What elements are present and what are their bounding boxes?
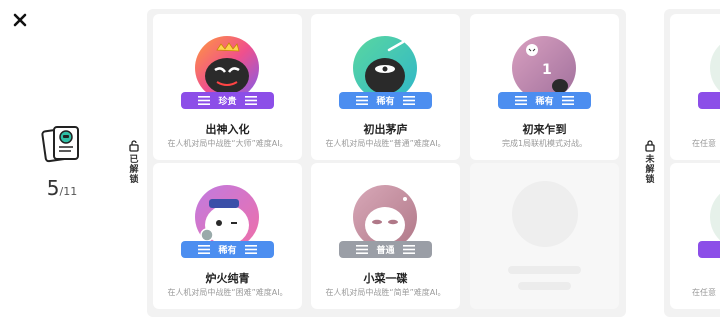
rarity-badge: 普通 bbox=[339, 241, 432, 258]
rarity-badge: 稀有 bbox=[498, 92, 591, 109]
achievement-avatar-icon: 1 bbox=[512, 36, 576, 100]
rarity-bars-icon bbox=[198, 96, 211, 105]
rarity-badge bbox=[698, 241, 720, 258]
rarity-label: 稀有 bbox=[535, 97, 554, 107]
cards-collection-icon bbox=[41, 126, 79, 163]
rarity-bars-icon bbox=[515, 96, 528, 105]
unlock-count: 5/11 bbox=[34, 176, 90, 200]
close-icon bbox=[13, 13, 27, 27]
achievement-title: 初出茅庐 bbox=[363, 123, 408, 136]
placeholder-line bbox=[508, 266, 581, 274]
achievement-avatar-icon bbox=[353, 185, 417, 249]
achievement-card[interactable]: 稀有 炉火纯青 在人机对局中战胜“困难”难度AI。 bbox=[153, 163, 302, 309]
achievement-title: 初来乍到 bbox=[522, 123, 567, 136]
achievement-avatar-icon bbox=[195, 36, 259, 100]
achievement-title: 炉火纯青 bbox=[205, 272, 250, 285]
rarity-bars-icon bbox=[244, 245, 257, 254]
rarity-badge: 稀有 bbox=[181, 241, 274, 258]
rarity-label: 稀有 bbox=[376, 97, 395, 107]
unlocked-count: 5 bbox=[46, 176, 60, 200]
rarity-label: 珍贵 bbox=[218, 97, 237, 107]
total-count: /11 bbox=[59, 185, 78, 198]
unlocked-label-text: 已解锁 bbox=[129, 155, 139, 185]
locked-achievement-card[interactable]: 在任意 bbox=[670, 14, 720, 160]
rarity-bars-icon bbox=[198, 245, 211, 254]
rarity-bars-icon bbox=[356, 96, 369, 105]
locked-section-label: 未解锁 bbox=[643, 140, 657, 185]
achievement-description: 在任意 bbox=[692, 288, 716, 297]
locked-avatar bbox=[710, 36, 720, 100]
close-button[interactable] bbox=[12, 12, 28, 28]
achievement-title: 出神入化 bbox=[205, 123, 250, 136]
rarity-label: 普通 bbox=[376, 246, 395, 256]
achievement-description: 在人机对局中战胜“大师”难度AI。 bbox=[167, 139, 288, 148]
rarity-bars-icon bbox=[402, 245, 415, 254]
placeholder-line bbox=[518, 282, 571, 290]
placeholder-avatar bbox=[512, 181, 578, 247]
achievement-card[interactable]: 1 稀有 初来乍到 完成1局联机模式对战。 bbox=[470, 14, 619, 160]
rarity-badge bbox=[698, 92, 720, 109]
collection-summary: 5/11 bbox=[34, 122, 90, 200]
rarity-bars-icon bbox=[561, 96, 574, 105]
locked-label-text: 未解锁 bbox=[645, 155, 655, 185]
placeholder-card bbox=[470, 163, 619, 309]
achievement-description: 完成1局联机模式对战。 bbox=[501, 139, 588, 148]
rarity-badge: 稀有 bbox=[339, 92, 432, 109]
achievement-description: 在人机对局中战胜“简单”难度AI。 bbox=[325, 288, 446, 297]
rarity-bars-icon bbox=[402, 96, 415, 105]
locked-avatar bbox=[710, 185, 720, 249]
achievement-description: 在任意 bbox=[692, 139, 716, 148]
achievement-description: 在人机对局中战胜“困难”难度AI。 bbox=[167, 288, 288, 297]
locked-achievement-card[interactable]: 在任意 bbox=[670, 163, 720, 309]
rarity-bars-icon bbox=[356, 245, 369, 254]
achievement-avatar-icon bbox=[195, 185, 259, 249]
achievement-card[interactable]: 普通 小菜一碟 在人机对局中战胜“简单”难度AI。 bbox=[311, 163, 460, 309]
achievement-card[interactable]: 稀有 初出茅庐 在人机对局中战胜“普通”难度AI。 bbox=[311, 14, 460, 160]
achievement-title: 小菜一碟 bbox=[363, 272, 408, 285]
rarity-badge: 珍贵 bbox=[181, 92, 274, 109]
unlock-icon bbox=[129, 140, 139, 152]
unlocked-section-label: 已解锁 bbox=[127, 140, 141, 185]
achievement-card[interactable]: 珍贵 出神入化 在人机对局中战胜“大师”难度AI。 bbox=[153, 14, 302, 160]
achievement-description: 在人机对局中战胜“普通”难度AI。 bbox=[325, 139, 446, 148]
lock-icon bbox=[645, 140, 655, 152]
rarity-bars-icon bbox=[244, 96, 257, 105]
achievement-avatar-icon bbox=[353, 36, 417, 100]
svg-text:1: 1 bbox=[542, 62, 552, 78]
rarity-label: 稀有 bbox=[218, 246, 237, 256]
